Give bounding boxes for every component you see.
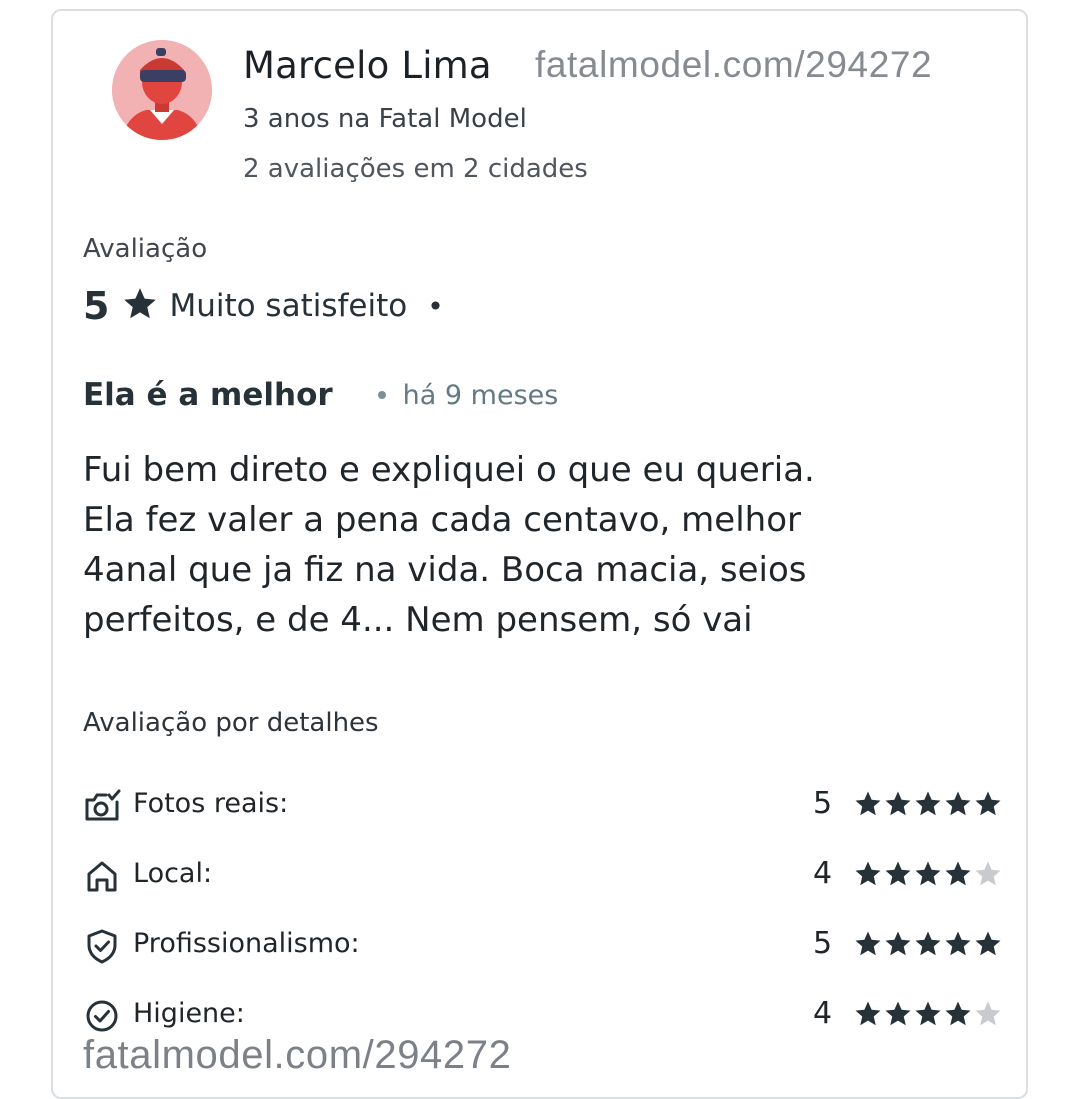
detail-stars (853, 789, 1003, 819)
review-title: Ela é a melhor (83, 377, 333, 413)
star-empty-icon (975, 861, 1001, 886)
reviewer-name[interactable]: Marcelo Lima (243, 44, 492, 87)
star-filled-icon (885, 931, 911, 956)
watermark-top: fatalmodel.com/294272 (535, 44, 933, 85)
watermark-bottom: fatalmodel.com/294272 (83, 1033, 512, 1078)
star-filled-icon (915, 1001, 941, 1026)
detail-stars (853, 929, 1003, 959)
star-filled-icon (885, 861, 911, 886)
star-empty-icon (975, 1001, 1001, 1026)
time-dot (377, 391, 386, 399)
star-filled-icon (855, 791, 881, 816)
review-line: Ela fez valer a pena cada centavo, melho… (83, 500, 801, 540)
star-filled-icon (945, 861, 971, 886)
overall-rating-value: 5 (83, 284, 110, 328)
star-filled-icon (885, 1001, 911, 1026)
overall-rating-text: Muito satisfeito (169, 288, 408, 324)
detail-label: Fotos reais: (133, 788, 289, 819)
home-icon (83, 857, 121, 895)
star-filled-icon (975, 791, 1001, 816)
detail-stars (853, 999, 1003, 1029)
detail-label: Higiene: (133, 998, 245, 1029)
review-line: perfeitos, e de 4... Nem pensem, só vai (83, 600, 753, 640)
star-filled-icon (945, 1001, 971, 1026)
detail-label: Profissionalismo: (133, 928, 360, 959)
shield-check-icon (83, 927, 121, 965)
detail-row-profissionalismo: Profissionalismo: 5 (83, 920, 1003, 970)
star-filled-icon (975, 931, 1001, 956)
review-line: Fui bem direto e expliquei o que eu quer… (83, 450, 815, 490)
reviews-count: 2 avaliações em 2 cidades (243, 154, 588, 184)
detail-score: 4 (813, 856, 833, 891)
camera-check-icon (83, 787, 121, 825)
detail-stars (853, 859, 1003, 889)
rating-label: Avaliação (83, 234, 208, 264)
star-filled-icon (915, 931, 941, 956)
details-label: Avaliação por detalhes (83, 708, 379, 738)
review-time: há 9 meses (402, 379, 559, 411)
star-filled-icon (855, 861, 881, 886)
review-line: 4anal que ja fiz na vida. Boca macia, se… (83, 550, 807, 590)
member-since: 3 anos na Fatal Model (243, 104, 527, 134)
check-circle-icon (83, 997, 121, 1035)
separator-dot: • (427, 289, 444, 323)
star-filled-icon (885, 791, 911, 816)
star-filled-icon (915, 861, 941, 886)
avatar[interactable] (112, 40, 212, 140)
star-icon (121, 285, 159, 327)
detail-score: 5 (813, 926, 833, 961)
detail-score: 5 (813, 786, 833, 821)
star-filled-icon (945, 931, 971, 956)
star-filled-icon (855, 931, 881, 956)
detail-label: Local: (133, 858, 213, 889)
star-filled-icon (915, 791, 941, 816)
overall-rating: 5 Muito satisfeito • (83, 283, 444, 329)
avatar-figure-icon (112, 40, 212, 140)
star-filled-icon (945, 791, 971, 816)
detail-score: 4 (813, 996, 833, 1031)
detail-row-fotos-reais: Fotos reais: 5 (83, 780, 1003, 830)
review-header: Ela é a melhor há 9 meses (83, 373, 558, 417)
detail-row-local: Local: 4 (83, 850, 1003, 900)
review-body: Fui bem direto e expliquei o que eu quer… (83, 445, 983, 645)
star-filled-icon (855, 1001, 881, 1026)
